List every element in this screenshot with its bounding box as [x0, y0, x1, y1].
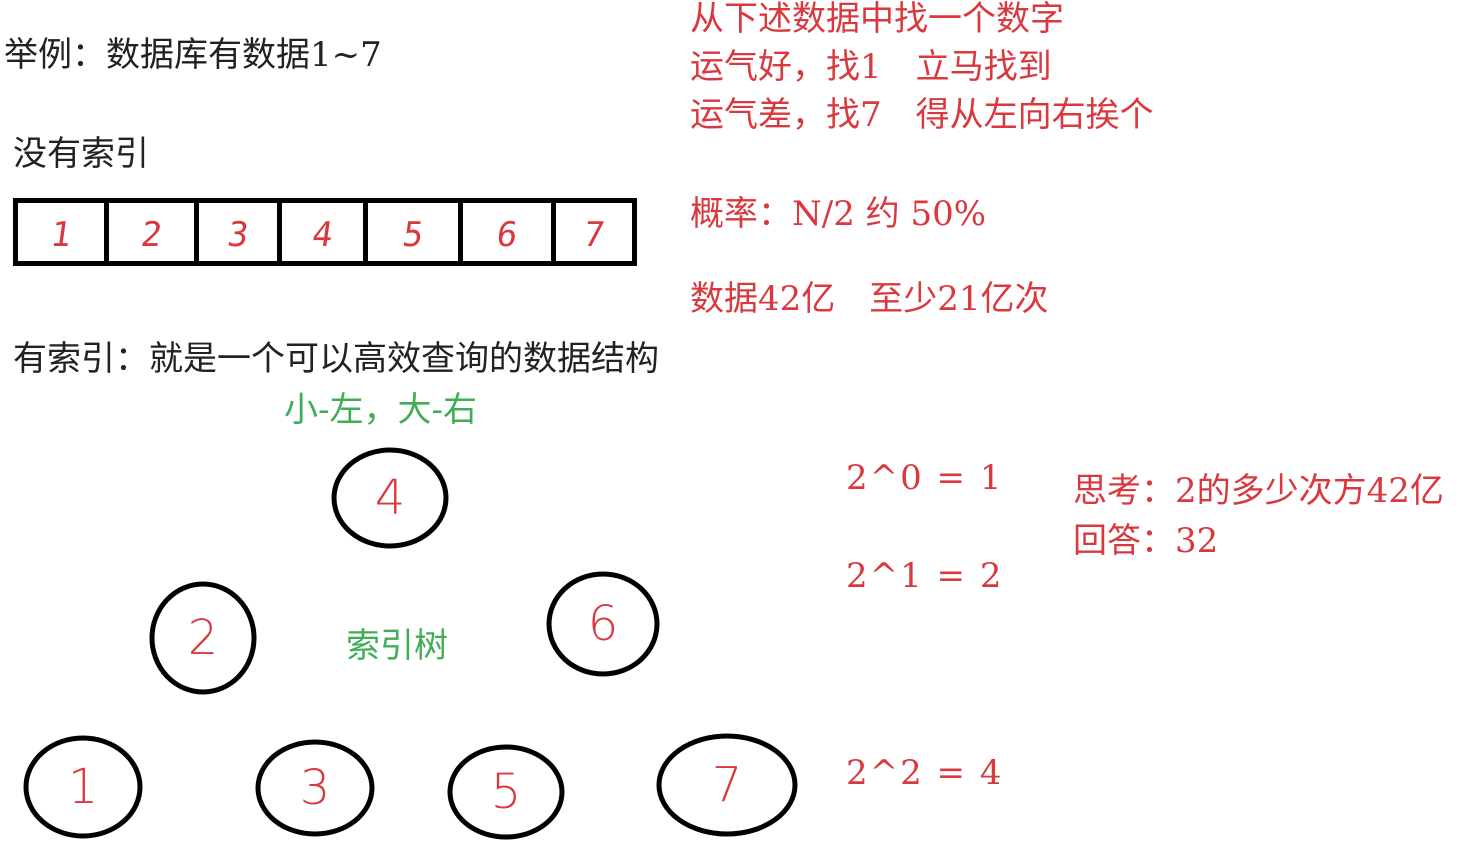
tree-node: 1	[23, 735, 143, 839]
tree-node: 2	[149, 581, 257, 695]
tree-node-value: 3	[300, 760, 331, 816]
tree-node: 5	[447, 744, 565, 840]
tree-node-value: 2	[188, 610, 219, 666]
tree-node: 3	[255, 739, 375, 837]
tree-node-value: 6	[588, 596, 619, 652]
index-tree: 4 2 6 1 3 5 7	[23, 447, 798, 840]
tree-node-value: 1	[68, 759, 99, 815]
tree-node: 4	[331, 447, 449, 549]
tree-node-value: 5	[491, 764, 522, 820]
tree-node-value: 7	[712, 757, 743, 813]
tree-node: 7	[656, 733, 798, 837]
tree-node: 6	[546, 571, 660, 677]
tree-node-value: 4	[375, 470, 406, 526]
